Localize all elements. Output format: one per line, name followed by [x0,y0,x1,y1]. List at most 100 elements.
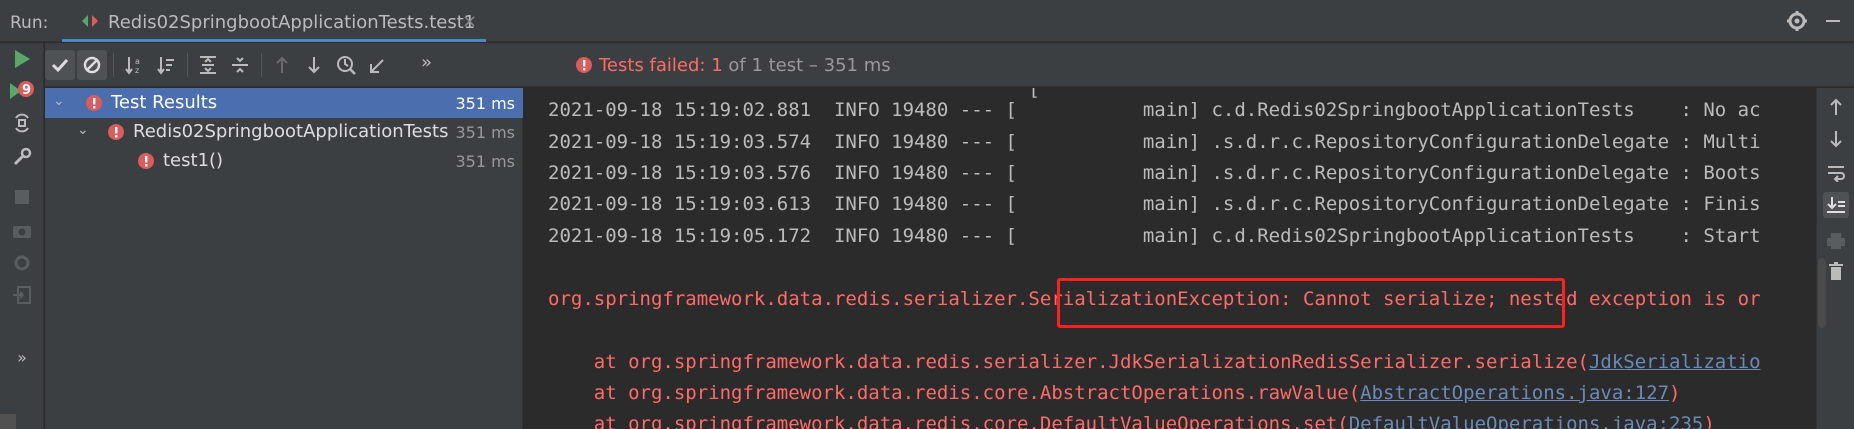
console-log-line: 2021-09-18 15:19:02.881 INFO 19480 --- [… [548,99,1761,121]
check-icon [51,58,69,73]
stack-trace-link[interactable]: AbstractOperations.java:127 [1360,382,1669,404]
test-status: Tests failed: 1 of 1 test – 351 ms [575,55,891,76]
arrow-down-icon [308,57,320,74]
tree-node-test-results[interactable]: ⌄ Test Results 351 ms [45,88,523,118]
tree-node-label: test1() [163,150,224,171]
export-results-button[interactable] [363,50,393,80]
error-icon [108,124,124,140]
show-ignored-button[interactable] [77,50,107,80]
left-tool-strip: 9 » [0,43,44,429]
stack-trace-link[interactable]: DefaultValueOperations.java:235 [1349,413,1704,429]
sort-alpha-icon: az [125,57,140,75]
tab-test-run[interactable]: Redis02SpringbootApplicationTests.test1 … [62,0,486,42]
printer-icon [1827,233,1845,249]
next-failed-button[interactable] [299,50,329,80]
tree-node-duration: 351 ms [455,94,515,113]
expand-all-button[interactable] [193,50,223,80]
highlight-box [1057,278,1565,328]
stack-trace-text: ) [1669,382,1681,404]
stack-trace-line: at org.springframework.data.redis.core.D… [548,413,1715,429]
toolbar-separator [187,53,188,77]
more-actions-icon[interactable]: » [8,343,36,371]
soft-wrap-icon [1828,166,1845,182]
gear-bug-icon [14,255,30,271]
run-label: Run: [10,13,49,33]
error-icon [576,57,592,73]
ignored-icon [83,56,101,74]
tree-node-label: Redis02SpringbootApplicationTests [133,121,449,142]
show-passed-button[interactable] [45,50,75,80]
run-tab-bar: Run: Redis02SpringbootApplicationTests.t… [0,0,1854,42]
wrench-icon [13,147,32,166]
status-failed-text: Tests failed: 1 [599,55,723,76]
test-results-tree: ⌄ Test Results 351 ms ⌄ Redis02Springboo… [45,88,523,429]
stack-trace-line: at org.springframework.data.redis.core.A… [548,382,1681,404]
console-log-line: 2021-09-18 15:19:03.613 INFO 19480 --- [… [548,193,1761,215]
settings-wrench-button[interactable] [8,143,36,171]
junit-icon [82,15,98,27]
gear-icon[interactable] [1786,10,1808,32]
toolbar-more-icon[interactable]: » [421,52,432,73]
tree-node-duration: 351 ms [455,123,515,142]
soft-wrap-button[interactable] [1823,160,1849,186]
rerun-button[interactable] [8,45,36,73]
export-icon [370,59,384,73]
test-history-button[interactable] [331,50,361,80]
auto-test-icon [15,113,29,133]
run-icon [15,50,30,68]
svg-text:a: a [135,57,140,66]
screenshot-button[interactable] [8,217,36,245]
stack-trace-text: ) [1703,413,1715,429]
rerun-failed-icon: 9 [10,81,34,99]
sort-by-duration-button[interactable] [151,50,181,80]
print-button[interactable] [1823,228,1849,254]
toolbar-separator [261,53,262,77]
scroll-to-end-button[interactable] [1823,192,1849,218]
stack-trace-line: at org.springframework.data.redis.serial… [548,351,1761,373]
arrow-down-icon [1830,131,1842,148]
tree-node-test-method[interactable]: test1() 351 ms [45,146,523,176]
console-log-line: 2021-09-18 15:19:03.576 INFO 19480 --- [… [548,162,1761,184]
collapse-all-button[interactable] [225,50,255,80]
error-icon [138,153,154,169]
error-icon [86,95,102,111]
history-icon [337,56,356,75]
collapse-all-icon [232,57,248,73]
arrow-up-icon [276,56,288,73]
sort-alphabetically-button[interactable]: az [119,50,149,80]
chevron-down-icon[interactable]: ⌄ [77,122,89,138]
close-icon[interactable]: × [462,11,477,32]
minimize-icon[interactable] [1826,20,1840,22]
clear-all-button[interactable] [1823,258,1849,284]
tree-node-test-class[interactable]: ⌄ Redis02SpringbootApplicationTests 351 … [45,117,523,147]
camera-icon [13,226,31,238]
tree-node-duration: 351 ms [455,152,515,171]
scroll-to-end-icon [1827,197,1845,213]
import-icon [13,286,31,304]
tree-node-label: Test Results [111,92,218,113]
arrow-up-icon [1830,98,1842,115]
stack-trace-text: at org.springframework.data.redis.core.D… [548,413,1349,429]
debug-settings-button[interactable] [8,249,36,277]
rerun-failed-button[interactable]: 9 [8,77,36,105]
console-scrollbar-thumb[interactable] [1818,258,1826,328]
previous-failed-button[interactable] [267,50,297,80]
console-log-line: 2021-09-18 15:19:05.172 INFO 19480 --- [… [548,225,1761,247]
stop-button[interactable] [8,183,36,211]
import-tests-button[interactable] [8,281,36,309]
console-output[interactable]: [ 2021-09-18 15:19:02.881 INFO 19480 ---… [524,88,1840,429]
toggle-auto-test-button[interactable] [8,109,36,137]
console-log-line: 2021-09-18 15:19:03.574 INFO 19480 --- [… [548,131,1761,153]
trash-icon [1829,262,1843,280]
svg-text:z: z [135,66,139,75]
expand-all-icon [200,56,216,74]
status-summary-text: of 1 test – 351 ms [722,55,891,76]
svg-text:9: 9 [22,83,31,98]
stack-trace-text: at org.springframework.data.redis.core.A… [548,382,1361,404]
stack-trace-link[interactable]: JdkSerializatio [1589,351,1761,373]
scroll-up-button[interactable] [1823,94,1849,120]
scroll-down-button[interactable] [1823,126,1849,152]
stop-icon [15,190,29,204]
chevron-down-icon[interactable]: ⌄ [53,93,65,109]
sort-duration-icon [157,57,174,75]
